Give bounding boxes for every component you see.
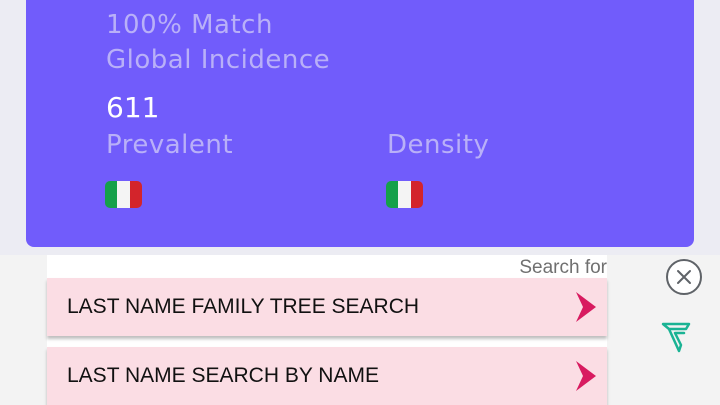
- ad-brand-icon[interactable]: [660, 320, 692, 354]
- chevron-right-icon: [576, 361, 596, 391]
- close-icon: [677, 270, 691, 284]
- ad-search-button-family-tree[interactable]: LAST NAME FAMILY TREE SEARCH: [47, 278, 607, 336]
- match-text: 100% Match: [106, 10, 273, 40]
- ad-search-button-by-name[interactable]: LAST NAME SEARCH BY NAME: [47, 347, 607, 405]
- ad-button-label: LAST NAME FAMILY TREE SEARCH: [67, 295, 420, 318]
- global-incidence-card: 100% Match Global Incidence 611 Prevalen…: [26, 0, 694, 247]
- ad-header: Search for: [519, 257, 607, 278]
- ad-close-button[interactable]: [666, 259, 702, 295]
- ad-button-label: LAST NAME SEARCH BY NAME: [67, 364, 379, 387]
- section-title: Global Incidence: [106, 45, 331, 75]
- density-label: Density: [387, 130, 490, 160]
- chevron-right-icon: [576, 292, 596, 322]
- italy-flag-icon: [386, 181, 423, 208]
- italy-flag-icon: [105, 181, 142, 208]
- ad-content: Search for LAST NAME FAMILY TREE SEARCH …: [47, 255, 607, 405]
- incidence-count: 611: [106, 91, 160, 124]
- page: 100% Match Global Incidence 611 Prevalen…: [0, 0, 720, 405]
- prevalent-label: Prevalent: [106, 130, 234, 160]
- ad-banner: Search for LAST NAME FAMILY TREE SEARCH …: [0, 255, 720, 405]
